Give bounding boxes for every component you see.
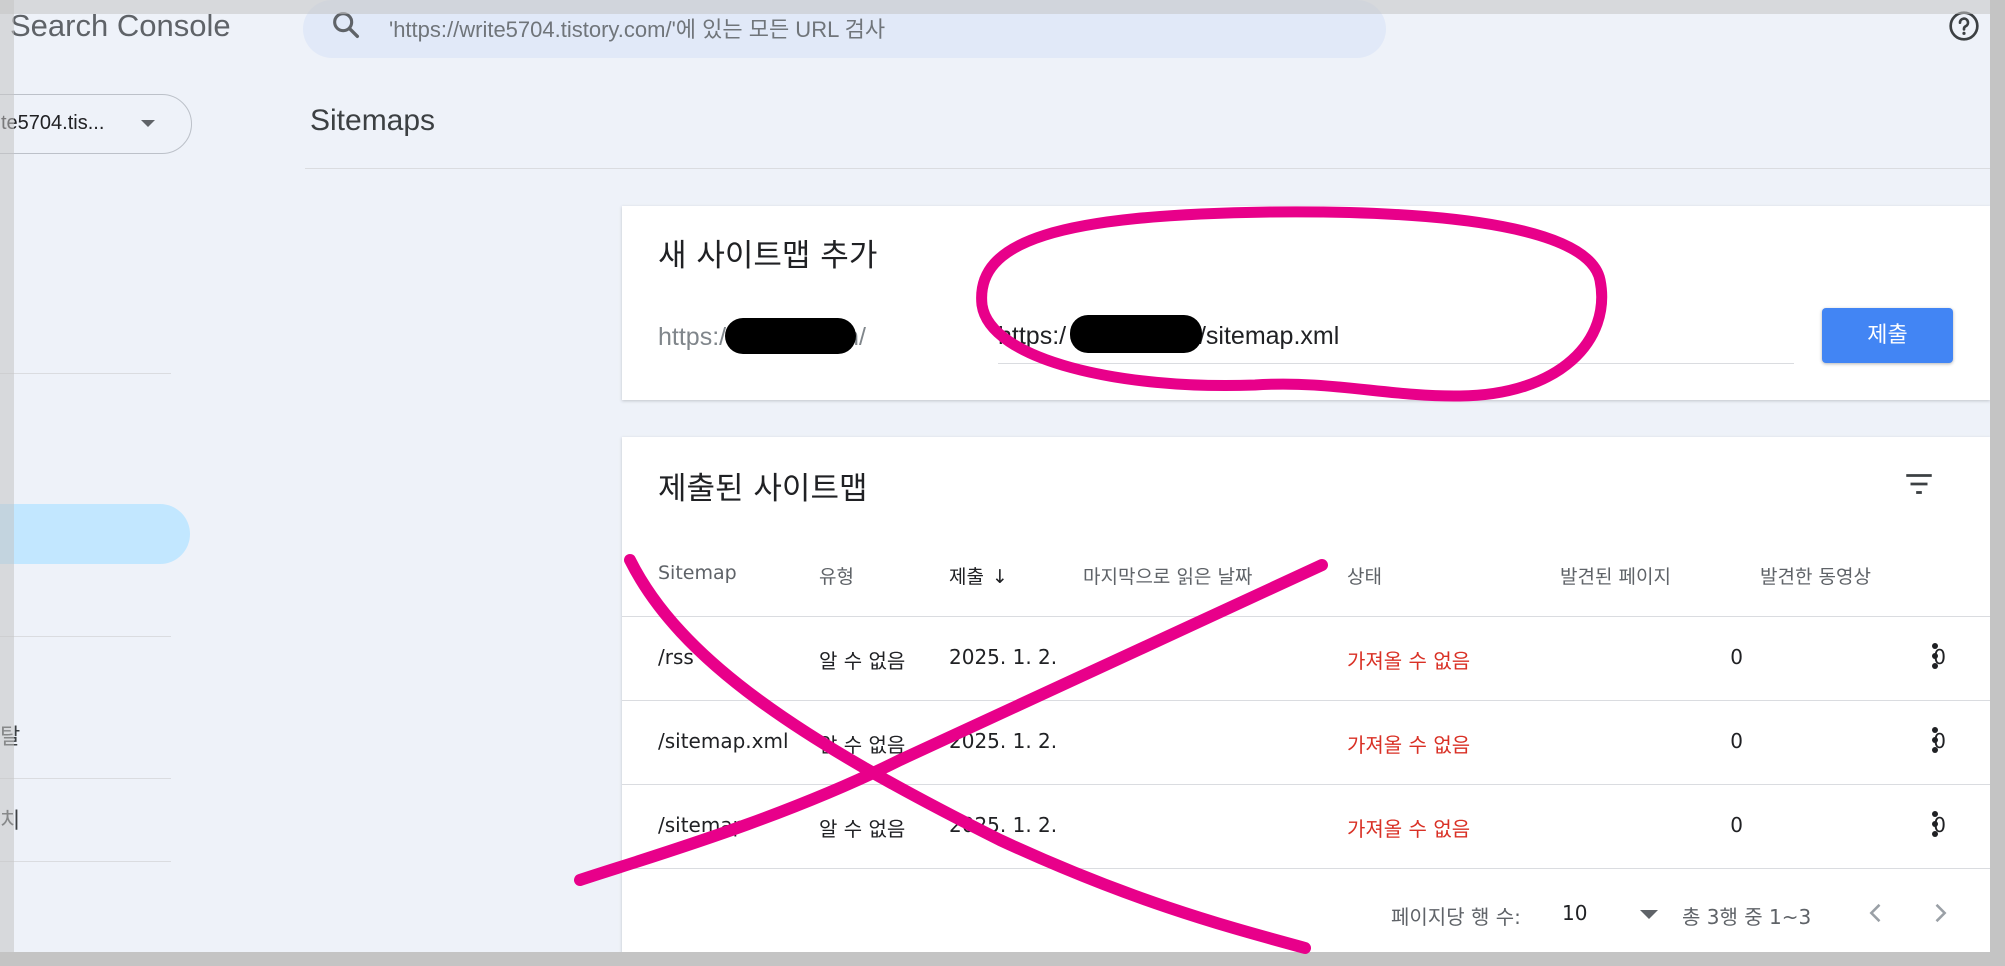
column-header-submitted[interactable]: 제출 ↓ [949, 562, 1008, 589]
cell-status: 가져올 수 없음 [1347, 733, 1471, 757]
column-header-sitemap[interactable]: Sitemap [658, 562, 737, 584]
sidebar-divider [0, 373, 171, 374]
column-header-submitted-label: 제출 [949, 566, 984, 588]
screenshot-border-top [0, 0, 2005, 14]
table-row[interactable]: /sitemap.xml 알 수 없음 2025. 1. 2. 가져올 수 없음… [622, 701, 1990, 785]
title-divider [305, 168, 1990, 169]
column-header-last-read[interactable]: 마지막으로 읽은 날짜 [1083, 562, 1252, 589]
more-vert-icon[interactable] [1925, 639, 1945, 675]
submitted-sitemaps-title: 제출된 사이트맵 [658, 471, 868, 507]
cell-type: 알 수 없음 [819, 817, 906, 841]
cell-sitemap[interactable]: /sitemap [658, 813, 745, 837]
sidebar-item-active[interactable] [0, 504, 190, 564]
add-sitemap-card: 새 사이트맵 추가 https:/ .tistory.com/ https:/ … [622, 206, 1990, 400]
cell-status: 가져올 수 없음 [1347, 817, 1471, 841]
cell-status: 가져올 수 없음 [1347, 649, 1471, 673]
add-sitemap-title: 새 사이트맵 추가 [658, 238, 878, 274]
property-label: te5704.tis... [1, 112, 105, 134]
property-selector[interactable]: te5704.tis... [0, 94, 192, 154]
filter-icon[interactable] [1902, 467, 1936, 501]
cell-submitted: 2025. 1. 2. [949, 813, 1058, 837]
page-title: Sitemaps [310, 104, 436, 137]
table-row[interactable]: /rss 알 수 없음 2025. 1. 2. 가져올 수 없음 0 0 [622, 617, 1990, 701]
submitted-sitemaps-card: 제출된 사이트맵 Sitemap 유형 제출 ↓ 마지막으로 읽은 날짜 상태 발… [622, 437, 1990, 952]
submit-button[interactable]: 제출 [1822, 308, 1953, 363]
app-window: Search Console 'https://write5704.tistor… [0, 0, 1990, 952]
help-icon[interactable] [1948, 10, 1980, 42]
rows-per-page-label: 페이지당 행 수: [1391, 905, 1521, 929]
cell-sitemap[interactable]: /sitemap.xml [658, 729, 789, 753]
arrow-down-icon: ↓ [991, 566, 1008, 588]
column-header-status[interactable]: 상태 [1347, 562, 1382, 589]
cell-pages: 0 [1730, 645, 1743, 669]
pagination-range: 총 3행 중 1~3 [1682, 905, 1812, 929]
chevron-down-icon[interactable] [1640, 910, 1658, 919]
chevron-right-icon[interactable] [1926, 895, 1954, 931]
sidebar-divider [0, 861, 171, 862]
column-header-pages[interactable]: 발견된 페이지 [1560, 562, 1671, 589]
chevron-down-icon [141, 120, 155, 127]
cell-submitted: 2025. 1. 2. [949, 729, 1058, 753]
sidebar-divider [0, 636, 171, 637]
more-vert-icon[interactable] [1925, 807, 1945, 843]
more-vert-icon[interactable] [1925, 723, 1945, 759]
cell-pages: 0 [1730, 729, 1743, 753]
cell-pages: 0 [1730, 813, 1743, 837]
cell-sitemap[interactable]: /rss [658, 645, 694, 669]
redaction-mark [1070, 315, 1202, 353]
column-header-type[interactable]: 유형 [819, 562, 854, 589]
rows-per-page-select[interactable]: 10 [1562, 901, 1587, 925]
cell-type: 알 수 없음 [819, 733, 906, 757]
redaction-mark [725, 318, 856, 354]
sidebar-divider [0, 778, 171, 779]
table-row[interactable]: /sitemap 알 수 없음 2025. 1. 2. 가져올 수 없음 0 0 [622, 785, 1990, 869]
cell-type: 알 수 없음 [819, 649, 906, 673]
screenshot-border-left [0, 0, 14, 966]
search-input[interactable]: 'https://write5704.tistory.com/'에 있는 모든 … [389, 12, 885, 44]
column-header-videos[interactable]: 발견한 동영상 [1760, 562, 1871, 589]
chevron-left-icon[interactable] [1862, 895, 1890, 931]
cell-submitted: 2025. 1. 2. [949, 645, 1058, 669]
